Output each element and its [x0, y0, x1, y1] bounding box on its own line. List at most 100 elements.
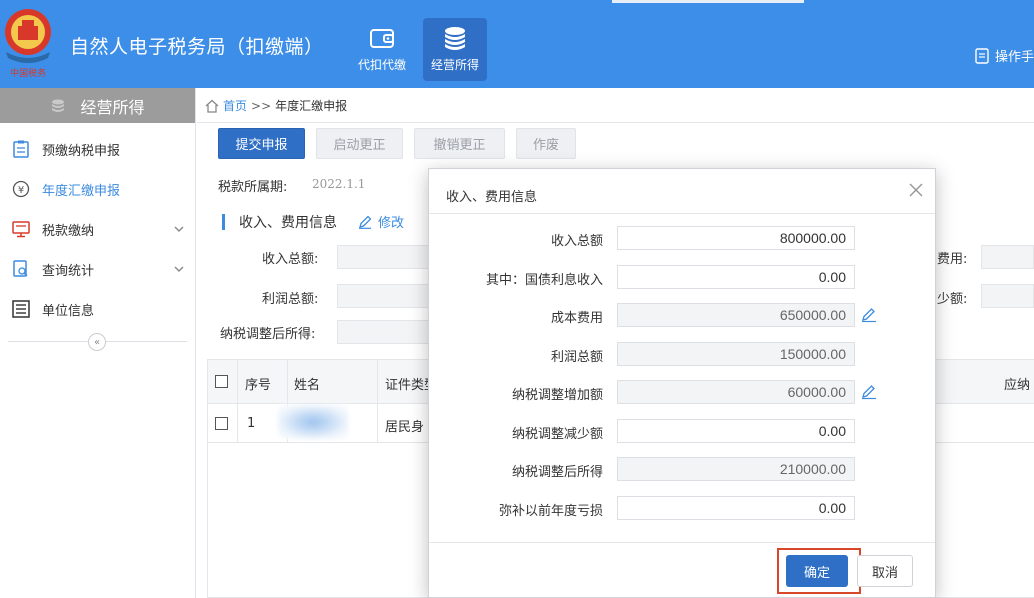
select-all-checkbox[interactable]	[215, 375, 228, 388]
redacted-name	[278, 405, 348, 439]
cancel-correction-button[interactable]: 撤销更正	[414, 128, 505, 159]
svg-text:中国税务: 中国税务	[10, 67, 46, 79]
edit-link-label: 修改	[378, 216, 405, 231]
breadcrumb: 首页 >> 年度汇缴申报	[205, 97, 347, 114]
row-checkbox[interactable]	[215, 417, 228, 430]
bond-interest-label: 其中：国债利息收入	[485, 273, 603, 288]
nav-withholding[interactable]: 代扣代缴	[350, 18, 414, 81]
sidebar-item-label: 预缴纳税申报	[42, 143, 121, 159]
cost-expense-label: 成本费用	[550, 311, 603, 326]
tax-adj-increase-input: 60000.00	[617, 380, 855, 404]
prior-loss-offset-input[interactable]: 0.00	[617, 496, 855, 520]
tax-bureau-emblem-icon: 中国税务	[5, 9, 51, 79]
col-header-name: 姓名	[294, 378, 321, 393]
section-accent-bar	[222, 214, 225, 230]
submit-declaration-button[interactable]: 提交申报	[218, 128, 305, 159]
profit-total-label: 利润总额	[550, 350, 603, 365]
nav-business-income-label: 经营所得	[430, 58, 479, 72]
sidebar: 经营所得 预缴纳税申报 ¥ 年度汇缴申报 税款缴纳 查询统计 单位信息 «	[0, 88, 196, 598]
sidebar-header: 经营所得	[0, 88, 195, 123]
home-icon	[205, 99, 219, 113]
sidebar-title: 经营所得	[80, 97, 145, 117]
sidebar-item-tax-payment[interactable]: 税款缴纳	[0, 209, 195, 249]
sidebar-item-label: 年度汇缴申报	[42, 183, 121, 199]
tax-period-label: 税款所属期:	[218, 180, 288, 195]
profit-total-input: 150000.00	[617, 342, 855, 366]
income-total-input[interactable]: 800000.00	[617, 226, 855, 250]
col-header-no: 序号	[245, 378, 272, 393]
svg-text:¥: ¥	[18, 185, 24, 196]
document-icon	[975, 47, 989, 64]
prior-loss-offset-label: 弥补以前年度亏损	[498, 504, 603, 519]
sidebar-divider: «	[8, 333, 187, 351]
pencil-icon[interactable]	[861, 384, 877, 400]
sidebar-item-annual-settlement[interactable]: ¥ 年度汇缴申报	[0, 169, 195, 209]
sidebar-item-label: 单位信息	[42, 303, 95, 319]
dialog-footer-divider	[429, 542, 935, 543]
nav-withholding-label: 代扣代缴	[357, 58, 406, 72]
cost-expense-input: 650000.00	[617, 303, 855, 327]
search-doc-icon	[12, 260, 30, 278]
list-icon	[12, 300, 30, 318]
cancel-button[interactable]: 取消	[857, 555, 913, 587]
profit-total-label: 利润总额:	[262, 292, 319, 307]
taxable-after-adj-field[interactable]	[337, 320, 429, 344]
column-divider	[377, 360, 378, 442]
breadcrumb-separator: >>	[251, 98, 272, 113]
sidebar-item-query-stats[interactable]: 查询统计	[0, 249, 195, 289]
pencil-icon[interactable]	[861, 307, 877, 323]
tax-adj-increase-label: 纳税调整增加额	[511, 388, 603, 403]
breadcrumb-current: 年度汇缴申报	[275, 99, 348, 113]
toolbar-divider	[197, 122, 1034, 123]
section-title-text: 收入、费用信息	[239, 215, 337, 231]
monitor-icon	[12, 220, 30, 238]
income-total-label: 收入总额:	[262, 252, 319, 267]
bond-interest-input[interactable]: 0.00	[617, 265, 855, 289]
chevron-down-icon	[174, 226, 184, 232]
expense-label: 费用:	[937, 252, 968, 267]
dialog-header-divider	[429, 213, 935, 214]
header-stripe	[612, 0, 804, 3]
expense-field[interactable]	[981, 245, 1034, 269]
decrease-field[interactable]	[981, 284, 1034, 308]
coins-icon	[445, 27, 465, 50]
operation-manual-label: 操作手	[994, 50, 1034, 65]
edit-income-link[interactable]: 修改	[358, 212, 404, 231]
taxable-after-adj-label: 纳税调整后所得	[511, 465, 603, 480]
sidebar-item-label: 税款缴纳	[42, 223, 95, 239]
sidebar-item-prepayment[interactable]: 预缴纳税申报	[0, 129, 195, 169]
breadcrumb-home-link[interactable]: 首页	[223, 97, 247, 114]
sidebar-item-unit-info[interactable]: 单位信息	[0, 289, 195, 329]
decrease-label: 少额:	[937, 292, 968, 307]
app-title: 自然人电子税务局（扣缴端）	[70, 36, 324, 58]
col-header-payable: 应纳	[1004, 378, 1031, 393]
app-header: 中国税务 自然人电子税务局（扣缴端） 代扣代缴 经营所得 操作手	[0, 0, 1034, 88]
operation-manual-link[interactable]: 操作手	[975, 46, 1034, 65]
taxable-after-adj-label: 纳税调整后所得:	[220, 327, 316, 342]
taxable-after-adj-input: 210000.00	[617, 457, 855, 481]
profit-total-field[interactable]	[337, 284, 429, 308]
collapse-sidebar-button[interactable]: «	[88, 333, 106, 351]
confirm-button[interactable]: 确定	[786, 555, 848, 587]
section-title: 收入、费用信息	[222, 212, 337, 232]
clipboard-icon	[12, 140, 30, 158]
row-id-type: 居民身	[385, 420, 425, 435]
income-total-field[interactable]	[337, 245, 429, 269]
sidebar-item-label: 查询统计	[42, 263, 95, 279]
pencil-icon	[359, 215, 372, 229]
tax-adj-decrease-label: 纳税调整减少额	[511, 427, 603, 442]
column-divider	[237, 360, 238, 442]
dialog-title: 收入、费用信息	[446, 190, 538, 205]
chevron-down-icon	[174, 266, 184, 272]
nav-business-income[interactable]: 经营所得	[423, 18, 487, 81]
coins-icon	[52, 99, 65, 112]
row-no: 1	[247, 416, 256, 431]
close-icon[interactable]	[907, 181, 925, 199]
start-correction-button[interactable]: 启动更正	[316, 128, 403, 159]
tax-adj-decrease-input[interactable]: 0.00	[617, 419, 855, 443]
income-expense-dialog: 收入、费用信息 收入总额 800000.00 其中：国债利息收入 0.00 成本…	[428, 168, 936, 598]
yen-icon: ¥	[12, 180, 30, 198]
income-total-label: 收入总额	[550, 234, 603, 249]
void-button[interactable]: 作废	[516, 128, 576, 159]
wallet-icon	[370, 29, 394, 48]
